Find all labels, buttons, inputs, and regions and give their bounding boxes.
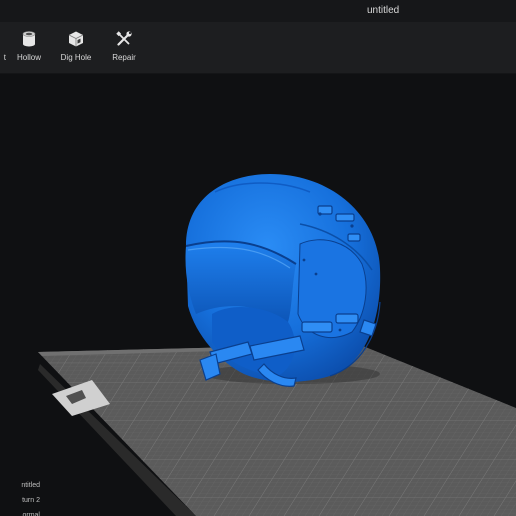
print-mode-text: ormal bbox=[22, 512, 40, 516]
repair-tool-button[interactable]: Repair bbox=[108, 28, 140, 68]
project-name-text: ntitled bbox=[21, 482, 40, 489]
title-bar: untitled bbox=[0, 0, 516, 22]
tool-toolbar: t Hollow Dig Hole Repair bbox=[0, 22, 516, 74]
cube-hole-icon bbox=[68, 31, 84, 47]
helmet-model[interactable] bbox=[185, 174, 381, 387]
cut-tool-label: t bbox=[3, 53, 6, 62]
3d-scene bbox=[38, 174, 516, 516]
machine-name-text: turn 2 bbox=[22, 497, 40, 504]
cylinder-icon bbox=[22, 31, 36, 47]
project-info-panel: ntitled turn 2 ormal bbox=[0, 478, 40, 516]
dig-hole-tool-button[interactable]: Dig Hole bbox=[58, 28, 94, 68]
wrench-screwdriver-icon bbox=[116, 31, 132, 46]
cut-tool-button[interactable]: t bbox=[0, 28, 6, 68]
slicer-app-window: untitled t Hollow Dig Hole Repair ntitle… bbox=[0, 0, 516, 516]
hollow-tool-label: Hollow bbox=[16, 53, 41, 62]
3d-viewport[interactable] bbox=[0, 74, 516, 516]
hollow-tool-button[interactable]: Hollow bbox=[12, 28, 46, 68]
repair-tool-label: Repair bbox=[112, 53, 136, 62]
dig-hole-tool-label: Dig Hole bbox=[60, 53, 92, 62]
window-title: untitled bbox=[367, 5, 400, 16]
